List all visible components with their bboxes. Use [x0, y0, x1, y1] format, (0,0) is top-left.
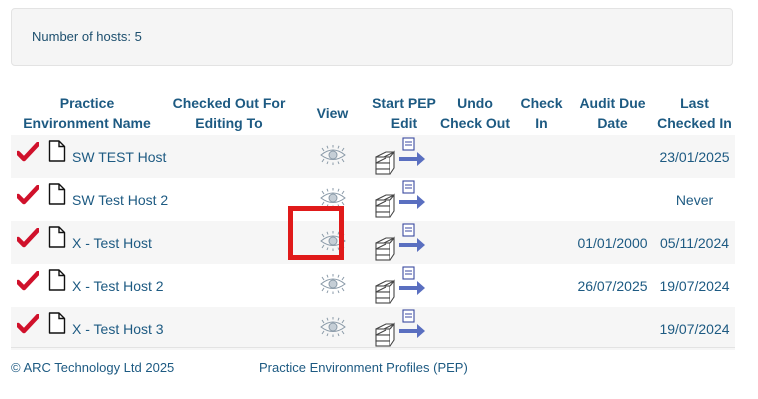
- checked-out-for-cell: [163, 264, 295, 307]
- pep-edit-icon[interactable]: [370, 178, 427, 218]
- start-pep-edit-cell: [370, 264, 438, 307]
- last-checked-in-cell: 19/07/2024: [654, 307, 735, 350]
- header-audit-due-date: Audit Due Date: [579, 94, 646, 131]
- audit-due-date-cell: [571, 178, 654, 221]
- view-highlight-box: [288, 206, 344, 260]
- header-checked-out-for: Checked Out For Editing To: [172, 94, 286, 131]
- undo-check-out-cell: [438, 221, 512, 264]
- audit-due-date-cell: [571, 307, 654, 350]
- header-last-checked-in: Last Checked In: [657, 94, 732, 131]
- host-name-link[interactable]: X - Test Host 3: [72, 321, 164, 337]
- host-count-panel: Number of hosts: 5: [11, 8, 733, 66]
- view-cell: [295, 307, 370, 350]
- host-name-cell: X - Test Host 3: [11, 307, 164, 350]
- table-header-row: Practice Environment Name Checked Out For…: [11, 90, 735, 135]
- eye-icon[interactable]: [319, 188, 347, 208]
- pep-edit-icon[interactable]: [370, 135, 427, 175]
- last-checked-in-cell: 19/07/2024: [659, 277, 730, 294]
- header-start-pep-edit: Start PEP Edit: [372, 94, 436, 131]
- table-row: SW Test Host 2 Never: [11, 178, 735, 221]
- audit-due-date-cell: 26/07/2025: [577, 277, 648, 294]
- header-undo-check-out: Undo Check Out: [440, 94, 511, 131]
- footer-divider: [11, 347, 735, 348]
- undo-check-out-cell: [438, 135, 512, 178]
- header-check-in: Check In: [520, 94, 563, 131]
- pep-footer-link[interactable]: Practice Environment Profiles (PEP): [259, 360, 468, 375]
- host-name-link[interactable]: X - Test Host: [72, 235, 152, 251]
- pep-edit-icon[interactable]: [370, 221, 427, 261]
- check-in-cell: [512, 221, 571, 264]
- eye-icon[interactable]: [319, 145, 347, 165]
- copyright-text: © ARC Technology Ltd 2025: [11, 360, 175, 375]
- table-row: X - Test Host 01/01/2000 05/11/2024: [11, 221, 735, 264]
- host-name-link[interactable]: SW TEST Host: [72, 149, 166, 165]
- check-in-cell: [512, 264, 571, 307]
- start-pep-edit-cell: [370, 135, 438, 178]
- audit-due-date-cell: 01/01/2000: [571, 221, 654, 264]
- last-checked-in-cell: 23/01/2025: [654, 135, 735, 178]
- undo-check-out-cell: [438, 178, 512, 221]
- host-name-cell: X - Test Host: [11, 221, 163, 264]
- host-count-label: Number of hosts: 5: [32, 29, 142, 44]
- checked-out-for-cell: [163, 178, 295, 221]
- view-cell: [295, 135, 370, 178]
- start-pep-edit-cell: [370, 307, 438, 350]
- check-in-cell: [512, 135, 571, 178]
- eye-icon[interactable]: [319, 274, 347, 294]
- host-name-link[interactable]: SW Test Host 2: [72, 192, 168, 208]
- undo-check-out-cell: [438, 264, 512, 307]
- eye-icon[interactable]: [319, 317, 347, 337]
- start-pep-edit-cell: [370, 221, 438, 264]
- table-row: X - Test Host 3 19/07/2024: [11, 307, 735, 350]
- start-pep-edit-cell: [370, 178, 438, 221]
- last-checked-in-cell: 05/11/2024: [654, 221, 735, 264]
- header-view: View: [316, 104, 349, 121]
- header-practice-environment-name: Practice Environment Name: [23, 94, 151, 131]
- check-in-cell: [512, 307, 571, 350]
- checked-out-for-cell: [163, 307, 295, 350]
- check-in-cell: [512, 178, 571, 221]
- checked-out-for-cell: [163, 221, 295, 264]
- view-cell: [295, 264, 370, 307]
- checked-out-for-cell: [163, 135, 295, 178]
- hosts-table: Practice Environment Name Checked Out For…: [11, 90, 735, 350]
- audit-due-date-cell: [571, 135, 654, 178]
- table-row: SW TEST Host 23/01/2025: [11, 135, 735, 178]
- host-name-link[interactable]: X - Test Host 2: [72, 278, 164, 294]
- pep-edit-icon[interactable]: [370, 264, 427, 304]
- host-name-cell: SW Test Host 2: [11, 178, 168, 221]
- last-checked-in-cell: Never: [675, 191, 714, 208]
- host-name-cell: X - Test Host 2: [11, 264, 164, 307]
- host-name-cell: SW TEST Host: [11, 135, 166, 178]
- pep-edit-icon[interactable]: [370, 307, 427, 347]
- undo-check-out-cell: [438, 307, 512, 350]
- table-row: X - Test Host 2 26/07/2025 19/07/2024: [11, 264, 735, 307]
